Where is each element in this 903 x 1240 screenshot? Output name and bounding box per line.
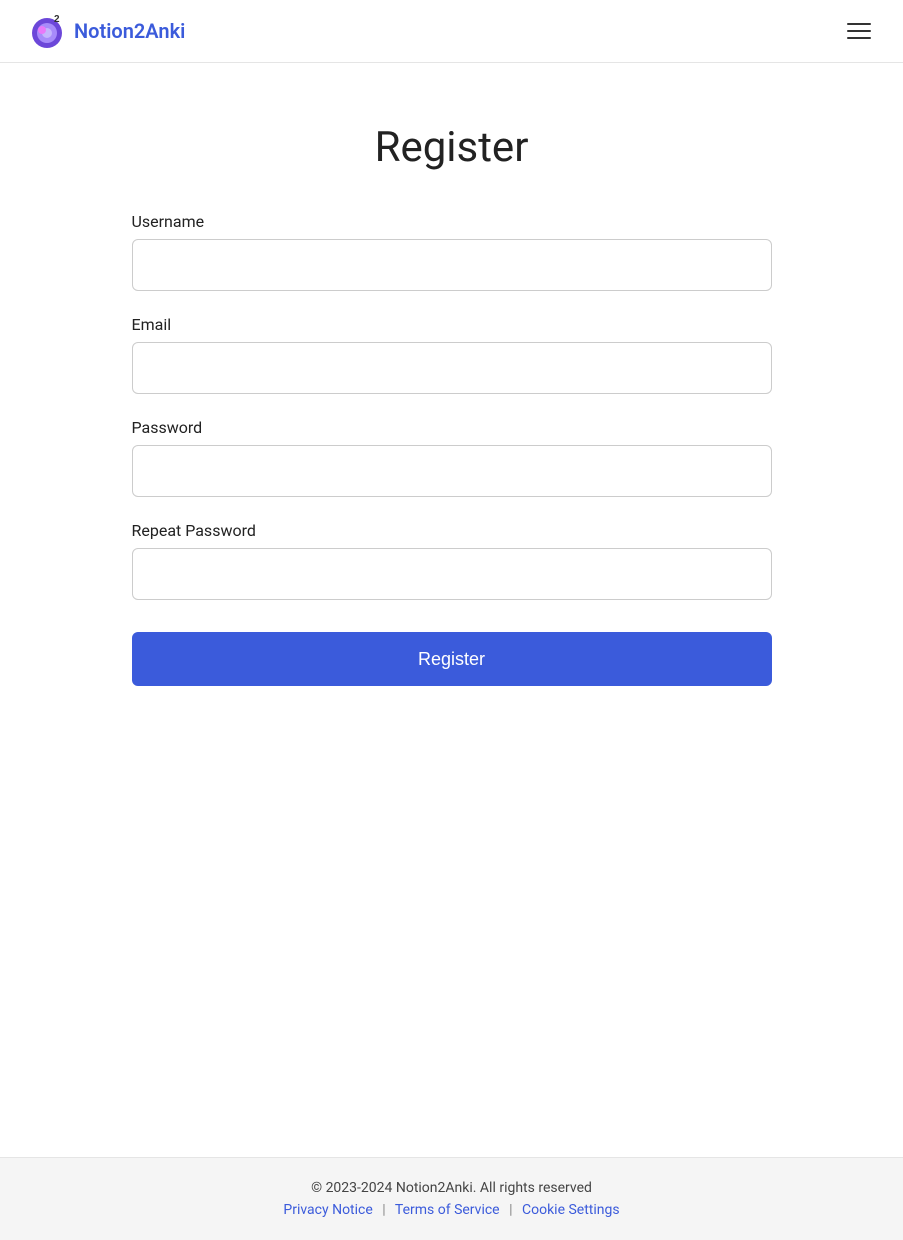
terms-of-service-link[interactable]: Terms of Service bbox=[395, 1202, 500, 1218]
main-content: Register Username Email Password Repeat … bbox=[0, 63, 903, 1157]
password-group: Password bbox=[132, 418, 772, 497]
hamburger-line-3 bbox=[847, 37, 871, 39]
logo-icon: 2 bbox=[28, 12, 66, 50]
page-title: Register bbox=[375, 123, 529, 172]
hamburger-line-2 bbox=[847, 30, 871, 32]
separator-2: | bbox=[509, 1202, 512, 1218]
header: 2 Notion2Anki bbox=[0, 0, 903, 63]
hamburger-line-1 bbox=[847, 23, 871, 25]
username-group: Username bbox=[132, 212, 772, 291]
privacy-notice-link[interactable]: Privacy Notice bbox=[283, 1202, 372, 1218]
cookie-settings-link[interactable]: Cookie Settings bbox=[522, 1202, 620, 1218]
repeat-password-label: Repeat Password bbox=[132, 521, 772, 540]
password-input[interactable] bbox=[132, 445, 772, 497]
repeat-password-group: Repeat Password bbox=[132, 521, 772, 600]
footer-links: Privacy Notice | Terms of Service | Cook… bbox=[20, 1202, 883, 1218]
repeat-password-input[interactable] bbox=[132, 548, 772, 600]
email-input[interactable] bbox=[132, 342, 772, 394]
svg-text:2: 2 bbox=[54, 14, 60, 25]
email-label: Email bbox=[132, 315, 772, 334]
username-label: Username bbox=[132, 212, 772, 231]
footer: © 2023-2024 Notion2Anki. All rights rese… bbox=[0, 1157, 903, 1240]
separator-1: | bbox=[382, 1202, 385, 1218]
hamburger-button[interactable] bbox=[843, 19, 875, 43]
email-group: Email bbox=[132, 315, 772, 394]
logo-text: Notion2Anki bbox=[74, 19, 185, 43]
logo-link[interactable]: 2 Notion2Anki bbox=[28, 12, 185, 50]
username-input[interactable] bbox=[132, 239, 772, 291]
footer-copyright: © 2023-2024 Notion2Anki. All rights rese… bbox=[20, 1180, 883, 1196]
password-label: Password bbox=[132, 418, 772, 437]
register-button[interactable]: Register bbox=[132, 632, 772, 686]
register-form-container: Username Email Password Repeat Password … bbox=[132, 212, 772, 686]
